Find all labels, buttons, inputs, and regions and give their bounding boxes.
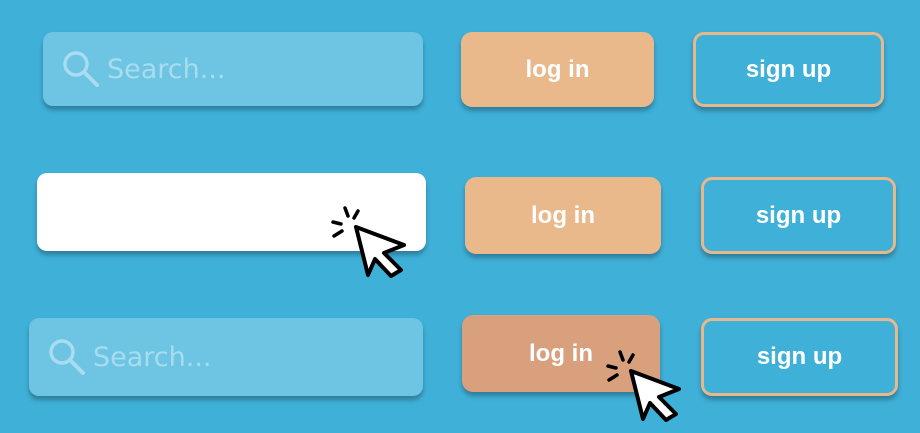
- search-input[interactable]: Search...: [29, 318, 423, 396]
- signup-button-label: sign up: [755, 201, 842, 229]
- search-placeholder: Search...: [107, 53, 226, 85]
- search-placeholder: Search...: [93, 341, 212, 373]
- search-icon: [63, 51, 99, 87]
- signup-button[interactable]: sign up: [693, 32, 884, 107]
- login-button[interactable]: log in: [461, 32, 654, 107]
- login-button[interactable]: log in: [465, 177, 661, 254]
- signup-button[interactable]: sign up: [701, 318, 898, 396]
- click-cursor-icon: [606, 350, 681, 422]
- search-input[interactable]: Search...: [43, 32, 423, 106]
- login-button-label: log in: [525, 55, 590, 83]
- search-icon: [49, 339, 85, 375]
- login-button-label: log in: [529, 339, 593, 367]
- signup-button-label: sign up: [756, 343, 843, 370]
- signup-button[interactable]: sign up: [701, 177, 896, 254]
- click-cursor-icon: [331, 206, 406, 278]
- signup-button-label: sign up: [745, 55, 832, 83]
- login-button-label: log in: [531, 201, 595, 229]
